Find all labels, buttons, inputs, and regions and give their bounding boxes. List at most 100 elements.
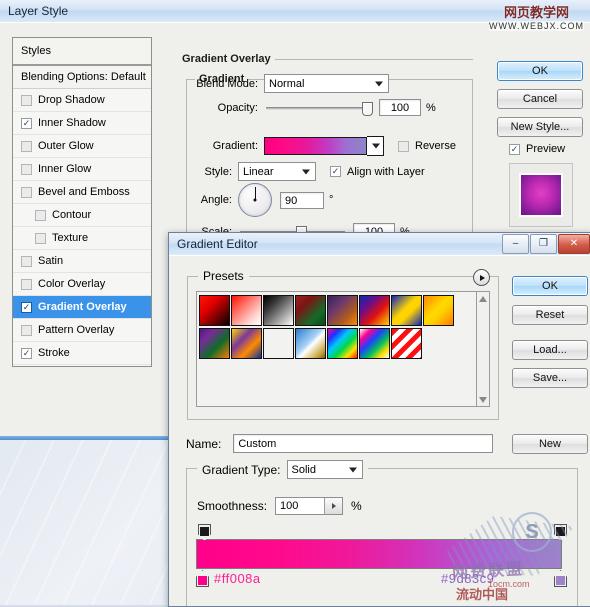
gradient-editor-reset-button[interactable]: Reset <box>512 305 588 325</box>
slider-track <box>266 106 371 110</box>
preset-swatch-red-green[interactable] <box>295 295 326 326</box>
sidebar-item-outer-glow[interactable]: Outer Glow <box>13 135 151 158</box>
angle-dial[interactable] <box>238 183 272 217</box>
new-style-button[interactable]: New Style... <box>497 117 583 137</box>
checkbox-preview[interactable] <box>509 143 520 155</box>
presets-swatch-list[interactable] <box>196 291 478 407</box>
layer-style-cancel-button[interactable]: Cancel <box>497 89 583 109</box>
sidebar-item-satin[interactable]: Satin <box>13 250 151 273</box>
checkbox-satin[interactable] <box>21 255 32 267</box>
preset-swatch-transparent-stripes[interactable] <box>391 328 422 359</box>
gradient-strip[interactable] <box>196 539 562 569</box>
smoothness-row: Smoothness: 100 % <box>197 497 362 515</box>
blend-mode-select[interactable]: Normal <box>264 74 389 93</box>
sidebar-item-label: Pattern Overlay <box>38 324 115 336</box>
checkbox-drop-shadow[interactable] <box>21 94 32 106</box>
checkbox-reverse[interactable] <box>398 140 409 152</box>
checkbox-align-with-layer[interactable] <box>330 166 341 177</box>
sidebar-item-pattern-overlay[interactable]: Pattern Overlay <box>13 319 151 342</box>
opacity-stop-left[interactable] <box>198 524 211 541</box>
blend-mode-row: Blend Mode: Normal <box>190 74 470 93</box>
opacity-input[interactable]: 100 <box>379 99 421 116</box>
preset-swatch-violet-orange[interactable] <box>327 295 358 326</box>
checkbox-pattern-overlay[interactable] <box>21 324 32 336</box>
preset-swatch-foreground-to-background-red-black[interactable] <box>199 295 230 326</box>
layer-style-ok-button[interactable]: OK <box>497 61 583 81</box>
minimize-icon[interactable]: – <box>502 234 529 254</box>
angle-label: Angle: <box>200 194 232 206</box>
checkbox-texture[interactable] <box>35 232 46 244</box>
close-icon[interactable]: ✕ <box>558 234 590 254</box>
sidebar-item-gradient-overlay[interactable]: Gradient Overlay <box>13 296 151 319</box>
presets-label: Presets <box>198 269 249 283</box>
sidebar-item-color-overlay[interactable]: Color Overlay <box>13 273 151 296</box>
preset-swatch-transparent-rainbow[interactable] <box>359 328 390 359</box>
angle-row: Angle: 90 ° <box>190 183 480 217</box>
sidebar-item-label: Drop Shadow <box>38 94 105 106</box>
gradient-type-row: Gradient Type: Solid <box>197 460 368 479</box>
presets-scrollbar[interactable] <box>476 291 490 407</box>
style-row: Style: Linear Align with Layer <box>190 162 480 181</box>
opacity-stop-right[interactable] <box>554 524 567 541</box>
checkbox-bevel-and-emboss[interactable] <box>21 186 32 198</box>
opacity-slider[interactable] <box>266 101 373 116</box>
preset-swatch-spectrum[interactable] <box>327 328 358 359</box>
color-stop-right[interactable] <box>554 570 567 587</box>
checkbox-inner-glow[interactable] <box>21 163 32 175</box>
preset-swatch-blue-red-yellow[interactable] <box>359 295 390 326</box>
style-select[interactable]: Linear <box>238 162 316 181</box>
angle-input[interactable]: 90 <box>280 191 324 209</box>
gradient-editor-titlebar[interactable]: Gradient Editor – ❐ ✕ <box>169 233 590 255</box>
sidebar-item-inner-glow[interactable]: Inner Glow <box>13 158 151 181</box>
gradient-editor-ok-button[interactable]: OK <box>512 276 588 296</box>
gradient-editor-title: Gradient Editor <box>177 237 258 251</box>
maximize-icon[interactable]: ❐ <box>530 234 557 254</box>
scroll-up-icon[interactable] <box>477 292 489 305</box>
smoothness-unit: % <box>351 499 362 513</box>
sidebar-item-bevel-and-emboss[interactable]: Bevel and Emboss <box>13 181 151 204</box>
gradient-editor-new-button[interactable]: New <box>512 434 588 454</box>
gradient-picker-dropdown[interactable] <box>367 136 384 156</box>
gradient-type-label: Gradient Type: <box>202 462 281 477</box>
preset-swatch-violet-green-orange[interactable] <box>199 328 230 359</box>
checkbox-gradient-overlay[interactable] <box>21 301 32 313</box>
preset-swatch-black-white[interactable] <box>263 295 294 326</box>
preset-swatch-foreground-to-transparent-red[interactable] <box>231 295 262 326</box>
scrollbar-track[interactable] <box>477 305 489 393</box>
preview-checkbox-row[interactable]: Preview <box>509 143 565 155</box>
preview-thumbnail <box>509 163 573 227</box>
slider-thumb[interactable] <box>362 101 373 116</box>
gradient-stop-left-hex: #ff008a <box>214 571 261 586</box>
smoothness-stepper-icon[interactable] <box>324 498 343 514</box>
scroll-down-icon[interactable] <box>477 393 489 406</box>
checkbox-color-overlay[interactable] <box>21 278 32 290</box>
layer-style-titlebar[interactable]: Layer Style <box>0 0 590 22</box>
checkbox-contour[interactable] <box>35 209 46 221</box>
preset-swatch-yellow-violet-orange-blue[interactable] <box>231 328 262 359</box>
checkbox-outer-glow[interactable] <box>21 140 32 152</box>
angle-unit: ° <box>329 194 334 206</box>
preset-swatch-blue-yellow-blue[interactable] <box>391 295 422 326</box>
gradient-name-row: Name: Custom <box>186 434 506 453</box>
sidebar-item-texture[interactable]: Texture <box>13 227 151 250</box>
sidebar-item-inner-shadow[interactable]: Inner Shadow <box>13 112 151 135</box>
preset-swatch-chrome[interactable] <box>295 328 326 359</box>
color-stop-left[interactable] <box>196 570 209 587</box>
sidebar-item-drop-shadow[interactable]: Drop Shadow <box>13 89 151 112</box>
checkbox-stroke[interactable] <box>21 347 32 359</box>
sidebar-item-stroke[interactable]: Stroke <box>13 342 151 365</box>
smoothness-input[interactable]: 100 <box>275 497 344 515</box>
preset-swatch-orange-yellow-orange[interactable] <box>423 295 454 326</box>
blending-options-row[interactable]: Blending Options: Default <box>13 66 151 89</box>
checkbox-inner-shadow[interactable] <box>21 117 32 129</box>
sidebar-item-contour[interactable]: Contour <box>13 204 151 227</box>
sidebar-item-label: Bevel and Emboss <box>38 186 130 198</box>
chevron-down-icon <box>302 169 310 174</box>
preset-swatch-copper[interactable] <box>263 328 294 359</box>
gradient-editor-save-button[interactable]: Save... <box>512 368 588 388</box>
presets-menu-icon[interactable] <box>473 269 490 286</box>
gradient-preview-swatch[interactable] <box>264 137 367 155</box>
gradient-type-select[interactable]: Solid <box>286 460 363 479</box>
gradient-editor-load-button[interactable]: Load... <box>512 340 588 360</box>
gradient-name-input[interactable]: Custom <box>233 434 494 453</box>
